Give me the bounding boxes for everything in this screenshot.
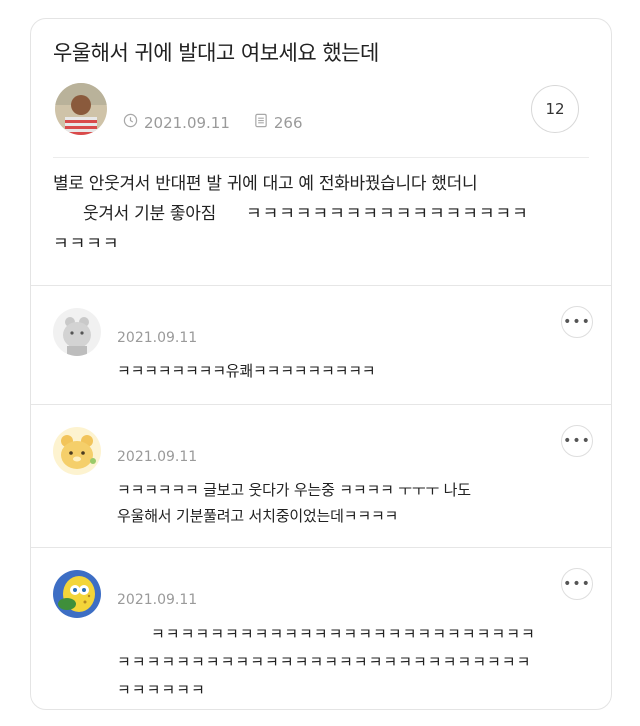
comment-item: 2021.09.11 ••• ㅋㅋㅋㅋㅋㅋ 글보고 웃다가 우는중 ㅋㅋㅋㅋ ㅜ… [31, 404, 611, 547]
comment-date: 2021.09.11 [117, 592, 198, 608]
view-count: 266 [273, 113, 303, 132]
comment-text: ㅋㅋㅋㅋㅋㅋㅋㅋㅋㅋㅋㅋㅋㅋㅋㅋㅋㅋㅋㅋㅋㅋㅋㅋㅋㅋ ㅋㅋㅋㅋㅋㅋㅋㅋㅋㅋㅋㅋㅋ… [117, 620, 536, 704]
comment-line: ㅋㅋㅋㅋㅋㅋㅋㅋ유쾌ㅋㅋㅋㅋㅋㅋㅋㅋㅋ [117, 362, 376, 380]
comment-item: 2021.09.11 ••• ㅋㅋㅋㅋㅋㅋㅋㅋㅋㅋㅋㅋㅋㅋㅋㅋㅋㅋㅋㅋㅋㅋㅋㅋㅋ… [31, 547, 611, 708]
divider [53, 157, 589, 158]
comment-line: ㅋㅋㅋㅋㅋㅋㅋㅋㅋㅋㅋㅋㅋㅋㅋㅋㅋㅋㅋㅋㅋㅋㅋㅋㅋㅋ [151, 625, 536, 643]
post-section: 우울해서 귀에 발대고 여보세요 했는데 2021.09.11 266 12 별… [31, 19, 611, 285]
more-options-icon[interactable]: ••• [561, 306, 593, 338]
post-body-line: 웃겨서 기분 좋아짐 ㅋㅋㅋㅋㅋㅋㅋㅋㅋㅋㅋㅋㅋㅋㅋㅋㅋ [53, 199, 529, 229]
comment-line: 우울해서 기분풀려고 서치중이었는데ㅋㅋㅋㅋ [117, 507, 399, 525]
comment-count-badge[interactable]: 12 [531, 85, 579, 133]
commenter-avatar[interactable] [53, 427, 101, 475]
document-icon [254, 113, 268, 132]
comment-line: ㅋㅋㅋㅋㅋㅋ [117, 681, 206, 699]
commenter-avatar[interactable] [53, 308, 101, 356]
comment-text: ㅋㅋㅋㅋㅋㅋㅋㅋ유쾌ㅋㅋㅋㅋㅋㅋㅋㅋㅋ [117, 358, 376, 384]
comment-text: ㅋㅋㅋㅋㅋㅋ 글보고 웃다가 우는중 ㅋㅋㅋㅋ ㅜㅜㅜ 나도 우울해서 기분풀려… [117, 477, 471, 529]
comment-date: 2021.09.11 [117, 449, 198, 465]
comment-line: ㅋㅋㅋㅋㅋㅋ 글보고 웃다가 우는중 ㅋㅋㅋㅋ ㅜㅜㅜ 나도 [117, 481, 471, 499]
post-title: 우울해서 귀에 발대고 여보세요 했는데 [53, 41, 379, 65]
post-body: 별로 안웃겨서 반대편 발 귀에 대고 예 전화바꿨습니다 했더니 웃겨서 기분… [53, 169, 529, 259]
comment-date: 2021.09.11 [117, 330, 198, 346]
comment-item: 2021.09.11 ••• ㅋㅋㅋㅋㅋㅋㅋㅋ유쾌ㅋㅋㅋㅋㅋㅋㅋㅋㅋ [31, 285, 611, 404]
comment-line: ㅋㅋㅋㅋㅋㅋㅋㅋㅋㅋㅋㅋㅋㅋㅋㅋㅋㅋㅋㅋㅋㅋㅋㅋㅋㅋㅋㅋ [117, 653, 532, 671]
more-options-icon[interactable]: ••• [561, 425, 593, 457]
post-body-line: ㅋㅋㅋㅋ [53, 234, 120, 254]
post-card: 우울해서 귀에 발대고 여보세요 했는데 2021.09.11 266 12 별… [30, 18, 612, 710]
post-body-laugh: ㅋㅋㅋㅋㅋㅋㅋㅋㅋㅋㅋㅋㅋㅋㅋㅋㅋ [245, 204, 529, 224]
post-date: 2021.09.11 [144, 113, 230, 132]
clock-icon [123, 113, 138, 132]
commenter-avatar[interactable] [53, 570, 101, 618]
post-meta: 2021.09.11 266 [123, 113, 303, 132]
author-avatar[interactable] [55, 83, 107, 135]
post-body-line: 별로 안웃겨서 반대편 발 귀에 대고 예 전화바꿨습니다 했더니 [53, 174, 478, 194]
more-options-icon[interactable]: ••• [561, 568, 593, 600]
post-body-text: 웃겨서 기분 좋아짐 [83, 204, 216, 224]
